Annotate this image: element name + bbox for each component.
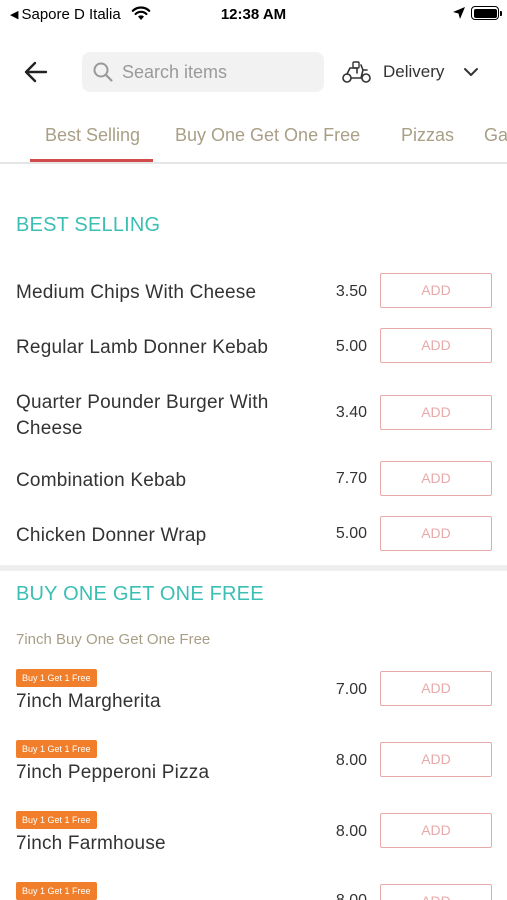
section-title-bogof: BUY ONE GET ONE FREE (16, 583, 264, 605)
category-tabs: Best Selling Buy One Get One Free Pizzas… (0, 112, 507, 164)
section-divider (0, 565, 507, 571)
status-time: 12:38 AM (220, 6, 287, 23)
search-icon (93, 62, 113, 82)
item-price: 5.00 (335, 338, 367, 355)
add-button[interactable]: ADD (380, 273, 492, 308)
item-price: 5.00 (335, 525, 367, 542)
search-box[interactable] (82, 52, 324, 92)
delivery-mode-selector[interactable]: Delivery (341, 50, 491, 94)
item-price: 8.00 (335, 752, 367, 769)
item-price: 7.70 (335, 470, 367, 487)
back-arrow-icon[interactable] (22, 58, 50, 86)
tab-best-selling[interactable]: Best Selling (45, 125, 140, 146)
item-price: 3.50 (335, 283, 367, 300)
header: Delivery (0, 50, 507, 94)
item-price: 8.00 (317, 892, 367, 900)
offer-badge: Buy 1 Get 1 Free (16, 811, 97, 829)
item-name: Combination Kebab (16, 470, 187, 491)
item-name: 7inch Margherita (16, 691, 161, 712)
add-button[interactable]: ADD (380, 395, 492, 430)
scooter-icon (342, 61, 371, 83)
location-arrow-icon (453, 7, 465, 19)
add-button[interactable]: ADD (380, 328, 492, 363)
item-name: Medium Chips With Cheese (16, 282, 257, 303)
active-tab-indicator (30, 159, 153, 162)
item-name: 7inch Pepperoni Pizza (16, 762, 210, 783)
status-bar: ◀ Sapore D Italia 12:38 AM (0, 0, 507, 30)
delivery-label: Delivery (383, 62, 445, 81)
item-name: 7inch Farmhouse (16, 833, 166, 854)
tab-pizzas[interactable]: Pizzas (401, 125, 454, 146)
offer-badge: Buy 1 Get 1 Free (16, 740, 97, 758)
offer-badge: Buy 1 Get 1 Free (16, 669, 97, 687)
search-input[interactable] (122, 52, 317, 92)
item-name: Chicken Donner Wrap (16, 525, 207, 546)
add-button[interactable]: ADD (380, 461, 492, 496)
battery-tip (500, 11, 502, 16)
subcategory-title: 7inch Buy One Get One Free (16, 631, 211, 648)
add-button[interactable]: ADD (380, 516, 492, 551)
item-price: 7.00 (335, 681, 367, 698)
item-name: Regular Lamb Donner Kebab (16, 337, 269, 358)
add-button[interactable]: ADD (380, 671, 492, 706)
add-button[interactable]: ADD (380, 742, 492, 777)
item-price: 8.00 (335, 823, 367, 840)
chevron-down-icon (464, 68, 478, 76)
battery-level (473, 8, 497, 18)
tab-buy-one-get-one-free[interactable]: Buy One Get One Free (175, 125, 360, 146)
battery-icon (471, 6, 502, 20)
item-price: 3.40 (335, 404, 367, 421)
tab-partial[interactable]: Ga (484, 125, 507, 146)
add-button[interactable]: ADD (380, 884, 492, 900)
offer-badge: Buy 1 Get 1 Free (16, 882, 97, 900)
add-button[interactable]: ADD (380, 813, 492, 848)
section-title-best-selling: BEST SELLING (16, 214, 161, 236)
item-name: Quarter Pounder Burger With Cheese (16, 392, 269, 439)
